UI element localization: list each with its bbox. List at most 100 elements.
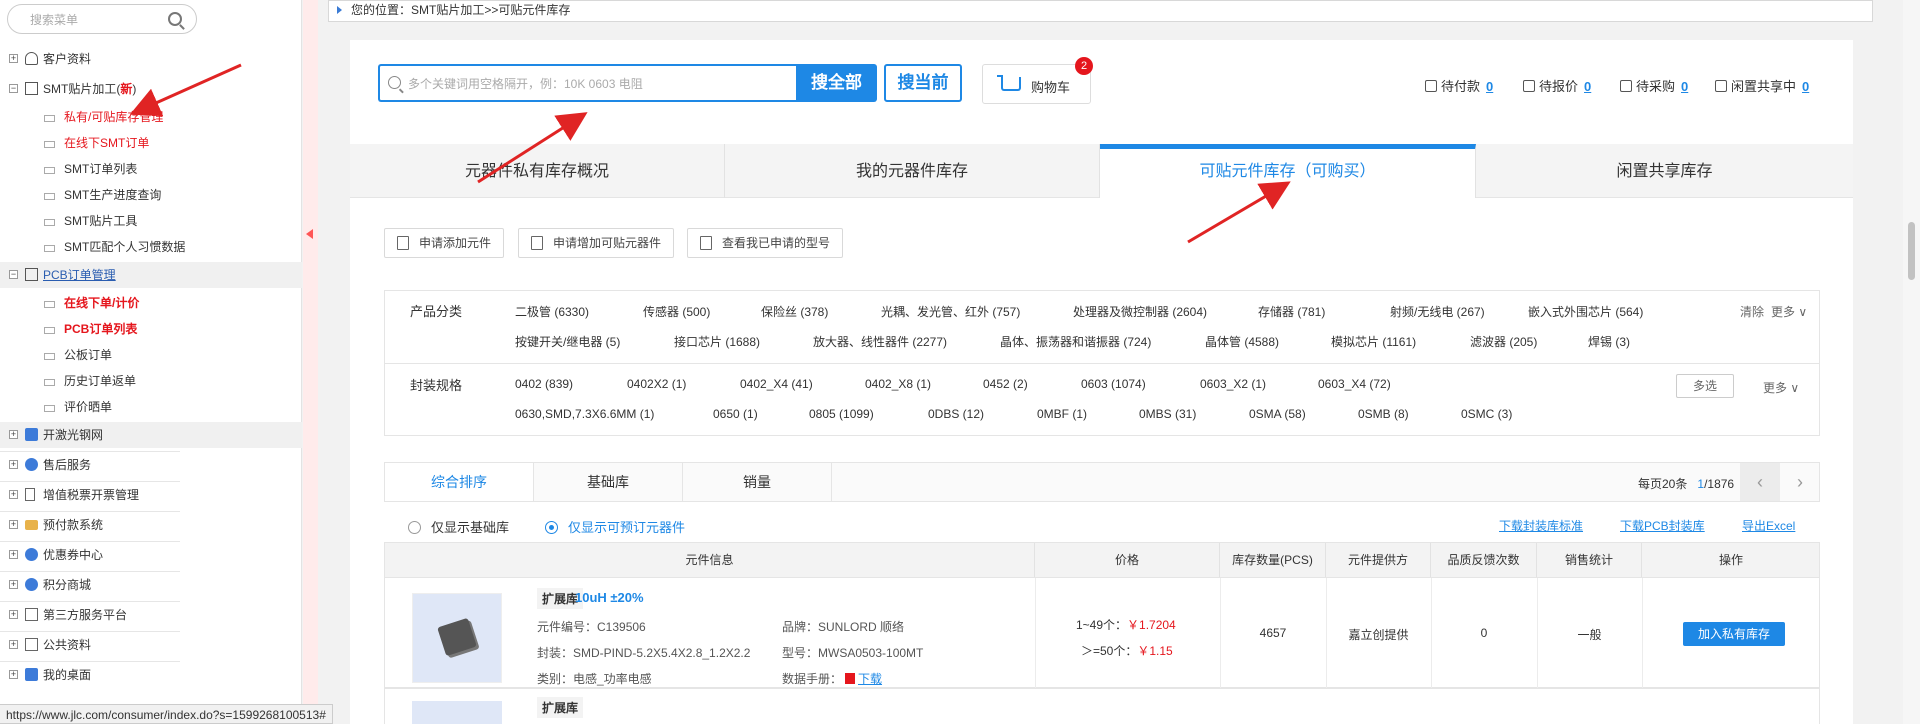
- keyword-search-input[interactable]: [408, 74, 778, 94]
- expand-icon[interactable]: +: [9, 430, 18, 439]
- download-pcb-lib-link[interactable]: 下载PCB封装库: [1620, 517, 1705, 534]
- idle-sharing[interactable]: 闲置共享中 0: [1715, 76, 1809, 95]
- part-image[interactable]: [412, 701, 502, 724]
- apply-placeable-part-button[interactable]: 申请增加可贴元器件: [518, 228, 675, 258]
- more-packages-link[interactable]: 更多 ∨: [1763, 379, 1799, 396]
- sort-comprehensive[interactable]: 综合排序: [385, 463, 534, 501]
- status-count[interactable]: 0: [1802, 79, 1809, 94]
- category-option[interactable]: 焊锡 (3): [1588, 333, 1630, 350]
- radio-bookable-only[interactable]: 仅显示可预订元器件: [545, 517, 685, 536]
- package-option[interactable]: 0630,SMD,7.3X6.6MM (1): [515, 407, 654, 421]
- status-count[interactable]: 0: [1584, 79, 1591, 94]
- apply-add-part-button[interactable]: 申请添加元件: [384, 228, 505, 258]
- expand-icon[interactable]: +: [9, 550, 18, 559]
- pending-quote[interactable]: 待报价 0: [1523, 76, 1591, 95]
- next-page-button[interactable]: ›: [1780, 463, 1820, 501]
- part-image[interactable]: [412, 593, 502, 683]
- tab-idle-shared[interactable]: 闲置共享库存: [1476, 144, 1853, 198]
- search-icon[interactable]: [168, 12, 182, 26]
- expand-icon[interactable]: +: [9, 460, 18, 469]
- radio-circle-checked[interactable]: [545, 521, 558, 534]
- sidebar-item-smt-habit[interactable]: SMT匹配个人习惯数据: [0, 234, 302, 260]
- package-option[interactable]: 0603 (1074): [1081, 377, 1146, 391]
- tab-private-overview[interactable]: 元器件私有库存概况: [350, 144, 725, 198]
- scrollbar-thumb[interactable]: [1908, 222, 1915, 280]
- sort-sales[interactable]: 销量: [683, 463, 832, 501]
- sidebar-item-points[interactable]: + 积分商城: [0, 572, 302, 598]
- expand-icon[interactable]: +: [9, 520, 18, 529]
- expand-icon[interactable]: +: [9, 580, 18, 589]
- page-scrollbar[interactable]: [1903, 0, 1920, 724]
- expand-icon[interactable]: +: [9, 640, 18, 649]
- package-option[interactable]: 0603_X4 (72): [1318, 377, 1391, 391]
- package-option[interactable]: 0452 (2): [983, 377, 1028, 391]
- status-count[interactable]: 0: [1486, 79, 1493, 94]
- category-option[interactable]: 放大器、线性器件 (2277): [813, 333, 947, 350]
- sidebar-item-pcb[interactable]: − PCB订单管理: [0, 262, 302, 288]
- package-option[interactable]: 0402_X4 (41): [740, 377, 813, 391]
- collapse-icon[interactable]: −: [9, 270, 18, 279]
- sidebar-item-public-data[interactable]: + 公共资料: [0, 632, 302, 658]
- prev-page-button[interactable]: ‹: [1740, 463, 1780, 501]
- category-option[interactable]: 模拟芯片 (1161): [1331, 333, 1416, 350]
- package-option[interactable]: 0603_X2 (1): [1200, 377, 1266, 391]
- search-current-button[interactable]: 搜当前: [884, 64, 962, 102]
- expand-icon[interactable]: +: [9, 670, 18, 679]
- expand-icon[interactable]: +: [9, 490, 18, 499]
- package-option[interactable]: 0650 (1): [713, 407, 758, 421]
- sidebar-item-smt[interactable]: − SMT贴片加工(新): [0, 76, 302, 102]
- sidebar-item-invoice[interactable]: + 增值税票开票管理: [0, 482, 302, 508]
- category-option[interactable]: 处理器及微控制器 (2604): [1073, 303, 1207, 320]
- category-option[interactable]: 晶体、振荡器和谐振器 (724): [1000, 333, 1151, 350]
- menu-search[interactable]: [7, 4, 197, 34]
- category-option[interactable]: 二极管 (6330): [515, 303, 589, 320]
- part-name-link[interactable]: 10uH ±20%: [575, 590, 644, 605]
- view-applied-models-button[interactable]: 查看我已申请的型号: [687, 228, 844, 258]
- sidebar-item-online-smt[interactable]: 在线下SMT订单: [0, 130, 302, 156]
- category-option[interactable]: 接口芯片 (1688): [674, 333, 760, 350]
- package-option[interactable]: 0SMA (58): [1249, 407, 1306, 421]
- package-option[interactable]: 0805 (1099): [809, 407, 874, 421]
- radio-circle[interactable]: [408, 521, 421, 534]
- category-option[interactable]: 保险丝 (378): [761, 303, 828, 320]
- category-option[interactable]: 传感器 (500): [643, 303, 710, 320]
- sidebar-item-smt-tools[interactable]: SMT贴片工具: [0, 208, 302, 234]
- package-option[interactable]: 0DBS (12): [928, 407, 984, 421]
- category-option[interactable]: 晶体管 (4588): [1205, 333, 1279, 350]
- more-categories-link[interactable]: 更多 ∨: [1771, 303, 1807, 320]
- collapse-arrow-icon[interactable]: [306, 229, 313, 239]
- package-option[interactable]: 0402_X8 (1): [865, 377, 931, 391]
- download-lib-standard-link[interactable]: 下载封装库标准: [1499, 517, 1583, 534]
- keyword-search[interactable]: [378, 64, 798, 102]
- package-option[interactable]: 0402X2 (1): [627, 377, 686, 391]
- sidebar-item-public-board[interactable]: 公板订单: [0, 342, 302, 368]
- category-option[interactable]: 按键开关/继电器 (5): [515, 333, 620, 350]
- status-count[interactable]: 0: [1681, 79, 1688, 94]
- sidebar-item-private-stock[interactable]: 私有/可贴库存管理: [0, 104, 302, 130]
- sidebar-item-history[interactable]: 历史订单返单: [0, 368, 302, 394]
- menu-search-input[interactable]: [30, 11, 170, 29]
- sidebar-item-third-party[interactable]: + 第三方服务平台: [0, 602, 302, 628]
- clear-filter-link[interactable]: 清除: [1740, 303, 1764, 320]
- radio-basic-only[interactable]: 仅显示基础库: [408, 517, 509, 536]
- category-option[interactable]: 嵌入式外围芯片 (564): [1528, 303, 1643, 320]
- search-all-button[interactable]: 搜全部: [796, 64, 877, 102]
- sidebar-item-pcb-order[interactable]: 在线下单/计价: [0, 290, 302, 316]
- pending-payment[interactable]: 待付款 0: [1425, 76, 1493, 95]
- sidebar-item-customer[interactable]: + 客户资料: [0, 46, 302, 72]
- multi-select-button[interactable]: 多选: [1676, 374, 1734, 398]
- datasheet-download-link[interactable]: 下载: [858, 672, 882, 686]
- sidebar-item-review[interactable]: 评价晒单: [0, 394, 302, 420]
- sidebar-item-coupon[interactable]: + 优惠券中心: [0, 542, 302, 568]
- package-option[interactable]: 0402 (839): [515, 377, 573, 391]
- package-option[interactable]: 0SMC (3): [1461, 407, 1512, 421]
- sidebar-item-desktop[interactable]: + 我的桌面: [0, 662, 302, 688]
- sidebar-item-pcb-list[interactable]: PCB订单列表: [0, 316, 302, 342]
- cart-button[interactable]: 购物车 2: [982, 57, 1093, 104]
- category-option[interactable]: 光耦、发光管、红外 (757): [881, 303, 1020, 320]
- pending-purchase[interactable]: 待采购 0: [1620, 76, 1688, 95]
- expand-icon[interactable]: +: [9, 610, 18, 619]
- tab-my-stock[interactable]: 我的元器件库存: [725, 144, 1100, 198]
- sidebar-item-stencil[interactable]: + 开激光钢网: [0, 422, 302, 448]
- sort-basic-lib[interactable]: 基础库: [534, 463, 683, 501]
